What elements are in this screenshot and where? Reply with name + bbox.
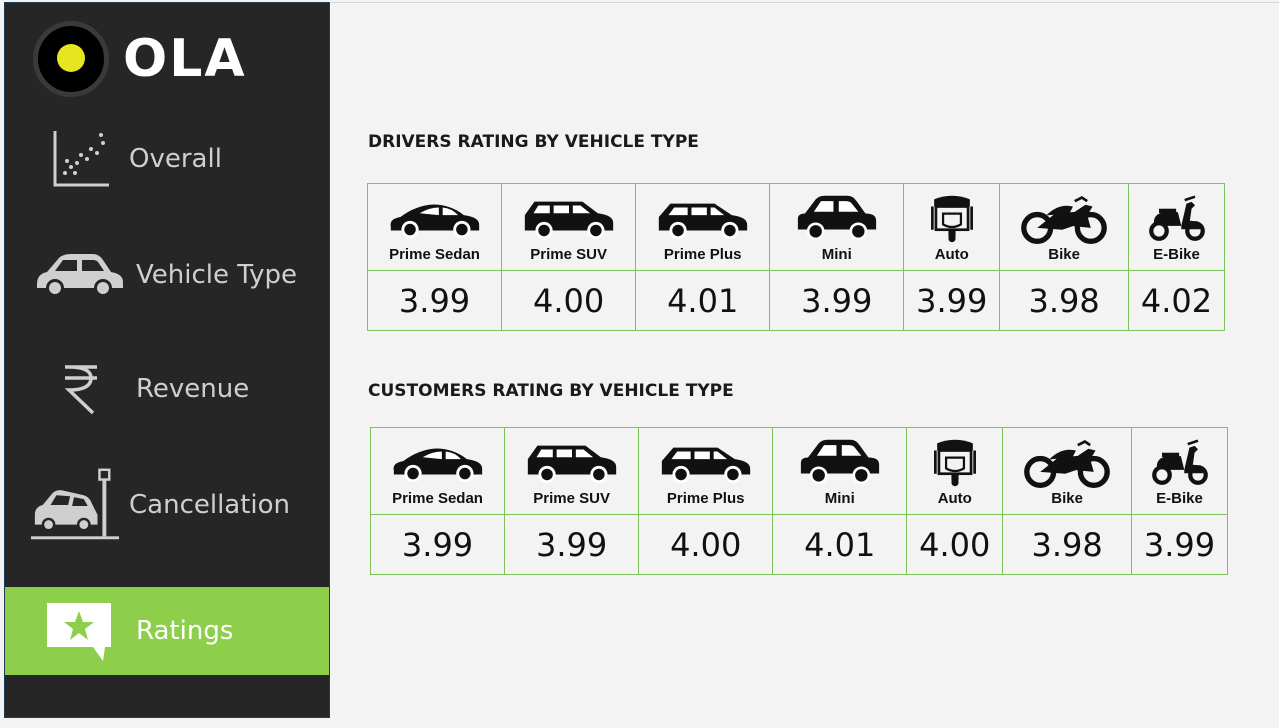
customers-rating-value-prime-plus: 4.00 — [638, 514, 774, 575]
suv-icon — [502, 194, 635, 242]
mini-car-icon — [770, 194, 903, 242]
customers-rating-value-prime-sedan: 3.99 — [369, 514, 506, 575]
vehicle-type-label: Mini — [824, 490, 855, 507]
logo-text: OLA — [123, 29, 247, 89]
nav-label-cancellation: Cancellation — [129, 490, 291, 520]
drivers-rating-value-prime-plus: 4.01 — [635, 270, 771, 331]
nav-label-overall: Overall — [129, 144, 222, 174]
vehicle-type-label: Prime SUV — [530, 246, 607, 263]
vehicle-type-label: Prime Sedan — [392, 490, 483, 507]
customers-rating-value-auto: 4.00 — [906, 514, 1004, 575]
star-message-icon — [33, 591, 125, 671]
mini-car-icon — [773, 438, 906, 486]
vehicle-type-label: Prime SUV — [533, 490, 610, 507]
drivers-rating-table: Prime Sedan Prime SUV Prime Plus Mini Auto Bi… — [366, 183, 1225, 331]
customers-rating-value-e-bike: 3.99 — [1131, 514, 1228, 575]
nav-item-vehicle-type[interactable]: Vehicle Type — [5, 231, 329, 319]
hatchback-icon — [636, 194, 769, 242]
nav-item-revenue[interactable]: Revenue — [5, 345, 329, 433]
customers-rating-value-mini: 4.01 — [772, 514, 908, 575]
customers-vehicle-header-prime-sedan: Prime Sedan — [369, 427, 506, 515]
customers-vehicle-header-prime-suv: Prime SUV — [504, 427, 640, 515]
drivers-vehicle-header-e-bike: E-Bike — [1128, 183, 1225, 271]
customers-vehicle-header-mini: Mini — [772, 427, 908, 515]
vehicle-type-label: E-Bike — [1153, 246, 1200, 263]
customers-rating-table: Prime Sedan Prime SUV Prime Plus Mini Auto Bi… — [369, 427, 1228, 575]
sidebar: OLA Overall Vehicle Type Revenue Cancell… — [4, 2, 330, 718]
car-icon — [33, 235, 125, 315]
drivers-rating-value-prime-sedan: 3.99 — [366, 270, 503, 331]
nav-item-overall[interactable]: Overall — [5, 115, 329, 203]
customers-rating-title: CUSTOMERS RATING BY VEHICLE TYPE — [368, 381, 734, 401]
motorbike-icon — [1000, 194, 1128, 245]
drivers-vehicle-header-prime-suv: Prime SUV — [501, 183, 637, 271]
auto-rickshaw-icon — [904, 194, 999, 243]
drivers-rating-value-prime-suv: 4.00 — [501, 270, 637, 331]
drivers-rating-title: DRIVERS RATING BY VEHICLE TYPE — [368, 132, 699, 152]
drivers-vehicle-header-prime-sedan: Prime Sedan — [366, 183, 503, 271]
hatchback-icon — [639, 438, 772, 486]
vehicle-type-label: Auto — [934, 246, 969, 263]
ola-logo: OLA — [33, 17, 247, 101]
drivers-vehicle-header-mini: Mini — [769, 183, 905, 271]
vehicle-type-label: E-Bike — [1156, 490, 1203, 507]
nav-item-cancellation[interactable]: Cancellation — [5, 461, 329, 549]
ratings-page: DRIVERS RATING BY VEHICLE TYPE Prime Sed… — [331, 2, 1279, 718]
drivers-vehicle-header-auto: Auto — [903, 183, 1001, 271]
customers-vehicle-header-prime-plus: Prime Plus — [638, 427, 774, 515]
customers-rating-value-bike: 3.98 — [1002, 514, 1133, 575]
drivers-vehicle-header-bike: Bike — [999, 183, 1130, 271]
suv-icon — [505, 438, 638, 486]
drivers-rating-value-e-bike: 4.02 — [1128, 270, 1225, 331]
auto-rickshaw-icon — [907, 438, 1002, 487]
sedan-icon — [368, 194, 501, 242]
drivers-rating-value-auto: 3.99 — [903, 270, 1001, 331]
ola-logo-icon — [33, 21, 109, 97]
drivers-rating-value-mini: 3.99 — [769, 270, 905, 331]
vehicle-type-label: Prime Plus — [663, 246, 742, 263]
sedan-icon — [371, 438, 504, 486]
vehicle-type-label: Prime Sedan — [389, 246, 480, 263]
customers-rating-value-prime-suv: 3.99 — [504, 514, 640, 575]
nav-label-ratings: Ratings — [136, 616, 234, 646]
customers-vehicle-header-bike: Bike — [1002, 427, 1133, 515]
vehicle-type-label: Bike — [1048, 246, 1080, 263]
scatter-chart-icon — [35, 119, 127, 199]
nav-label-revenue: Revenue — [136, 374, 250, 404]
customers-vehicle-header-auto: Auto — [906, 427, 1004, 515]
nav-label-vehicle-type: Vehicle Type — [136, 260, 297, 290]
motorbike-icon — [1003, 438, 1131, 488]
drivers-rating-value-bike: 3.98 — [999, 270, 1130, 331]
drivers-vehicle-header-prime-plus: Prime Plus — [635, 183, 771, 271]
vehicle-type-label: Bike — [1051, 490, 1083, 507]
vehicle-type-label: Prime Plus — [666, 490, 745, 507]
nav-item-ratings[interactable]: Ratings — [5, 587, 329, 675]
vehicle-type-label: Auto — [937, 490, 972, 507]
rupee-icon — [35, 349, 127, 429]
vehicle-type-label: Mini — [821, 246, 852, 263]
scooter-icon — [1129, 194, 1224, 242]
scooter-icon — [1132, 438, 1227, 486]
customers-vehicle-header-e-bike: E-Bike — [1131, 427, 1228, 515]
car-crash-icon — [29, 465, 121, 545]
